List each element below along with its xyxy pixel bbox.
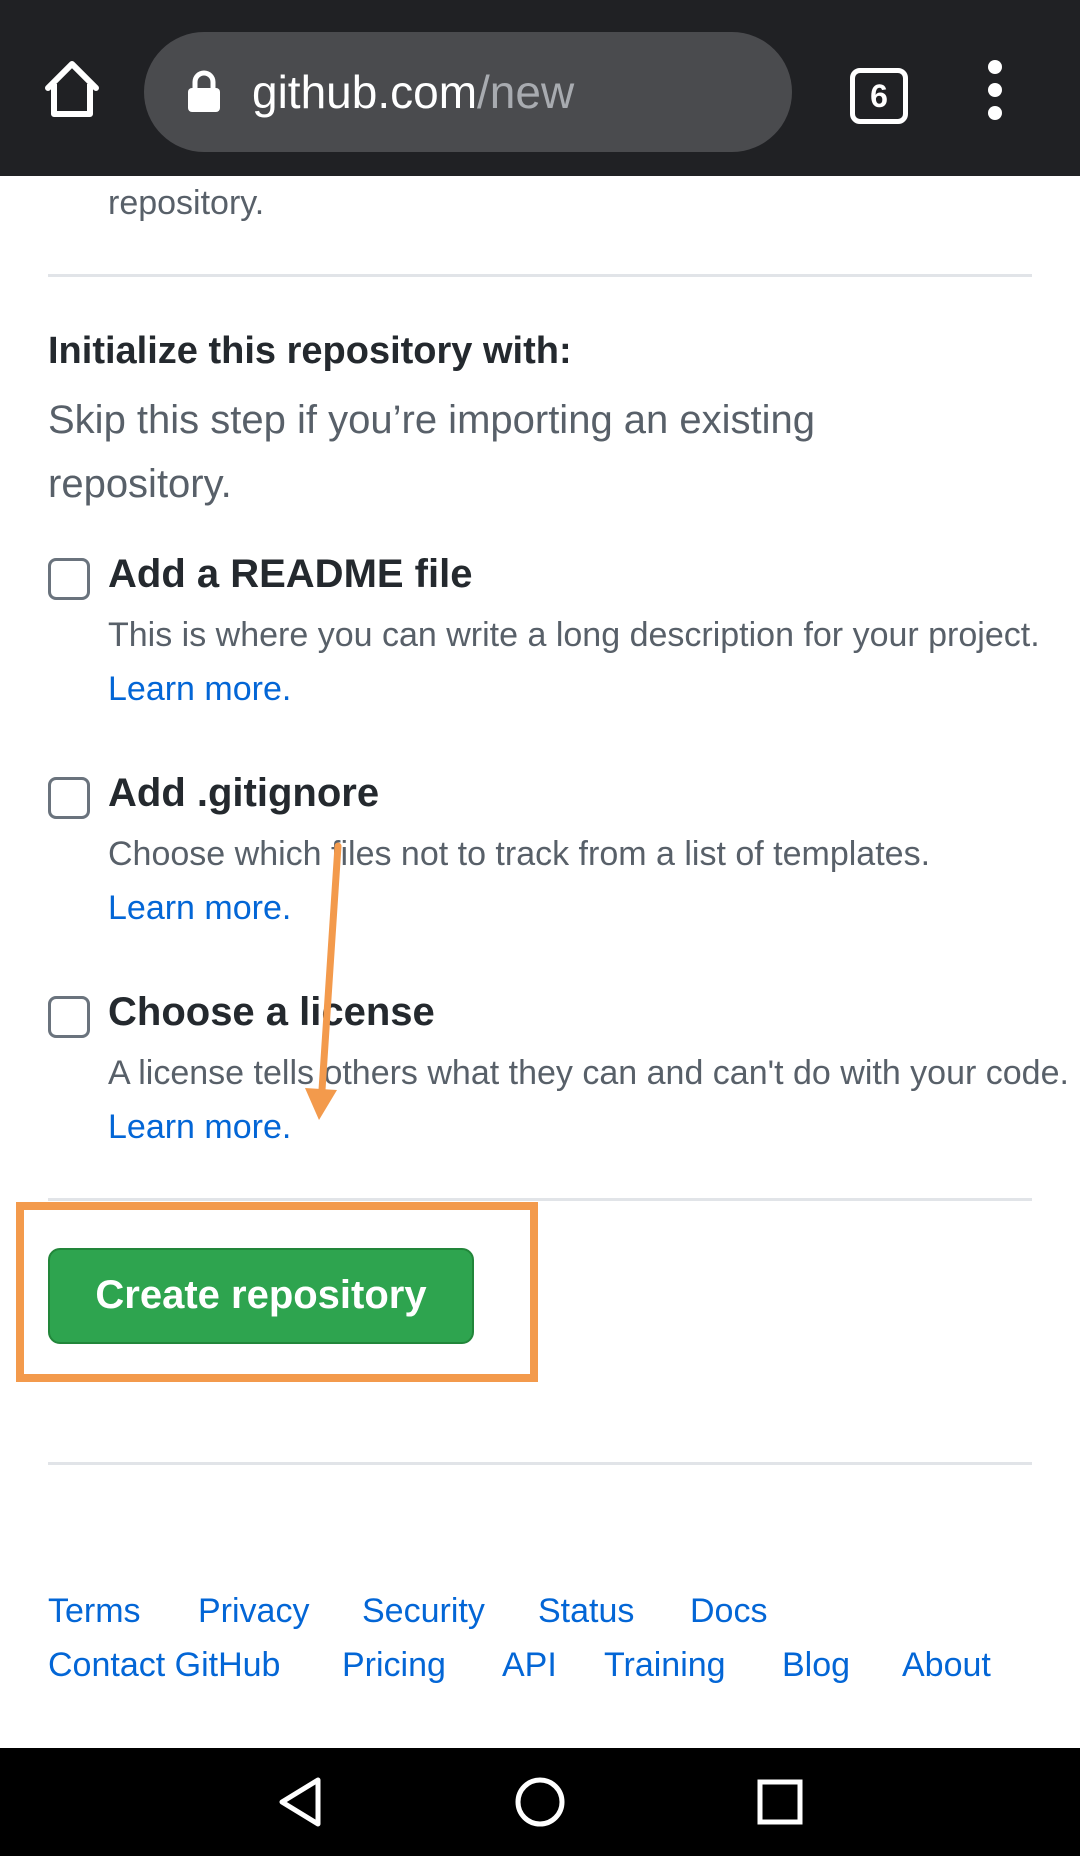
footer-link-blog[interactable]: Blog <box>782 1646 850 1685</box>
url-path: /new <box>477 66 575 118</box>
footer-link-terms[interactable]: Terms <box>48 1592 141 1631</box>
footer-link-security[interactable]: Security <box>362 1592 485 1631</box>
gitignore-checkbox[interactable] <box>48 777 90 819</box>
option-description: A license tells others what they can and… <box>108 1046 1080 1154</box>
option-title: Choose a license <box>108 990 435 1034</box>
footer-link-api[interactable]: API <box>502 1646 557 1685</box>
url-host: github.com <box>252 66 478 118</box>
option-description-text: Choose which files not to track from a l… <box>108 835 931 873</box>
url-text: github.com/new <box>252 62 574 122</box>
address-bar[interactable]: github.com/new <box>144 32 792 152</box>
browser-toolbar: github.com/new 6 <box>0 0 1080 176</box>
home-nav-icon[interactable] <box>508 1770 572 1834</box>
initialize-heading: Initialize this repository with: <box>48 330 572 372</box>
footer-link-privacy[interactable]: Privacy <box>198 1592 309 1631</box>
footer-link-pricing[interactable]: Pricing <box>342 1646 446 1685</box>
option-title: Add a README file <box>108 552 473 596</box>
system-navigation-bar <box>0 1748 1080 1856</box>
divider <box>48 1198 1032 1201</box>
footer-link-docs[interactable]: Docs <box>690 1592 767 1631</box>
learn-more-link[interactable]: Learn more. <box>108 1108 291 1146</box>
lock-icon <box>186 70 222 114</box>
option-description: This is where you can write a long descr… <box>108 608 1080 716</box>
footer-link-training[interactable]: Training <box>604 1646 726 1685</box>
license-checkbox[interactable] <box>48 996 90 1038</box>
initialize-subtitle: Skip this step if you’re importing an ex… <box>48 398 816 506</box>
divider <box>48 1462 1032 1465</box>
footer-link-about[interactable]: About <box>902 1646 991 1685</box>
create-repository-button[interactable]: Create repository <box>48 1248 474 1344</box>
option-title: Add .gitignore <box>108 771 380 815</box>
option-description-text: A license tells others what they can and… <box>108 1054 1069 1092</box>
learn-more-link[interactable]: Learn more. <box>108 670 291 708</box>
learn-more-link[interactable]: Learn more. <box>108 889 291 927</box>
option-description: Choose which files not to track from a l… <box>108 827 1080 935</box>
option-description-text: This is where you can write a long descr… <box>108 616 1040 654</box>
back-icon[interactable] <box>268 1770 332 1834</box>
previous-section-text: repository. <box>108 184 265 222</box>
footer-link-contact[interactable]: Contact GitHub <box>48 1646 280 1685</box>
overflow-menu-icon[interactable] <box>980 60 1010 124</box>
recents-icon[interactable] <box>748 1770 812 1834</box>
tab-switcher-button[interactable]: 6 <box>850 68 908 124</box>
home-icon[interactable] <box>40 56 104 120</box>
divider <box>48 274 1032 277</box>
footer-link-status[interactable]: Status <box>538 1592 634 1631</box>
readme-checkbox[interactable] <box>48 558 90 600</box>
